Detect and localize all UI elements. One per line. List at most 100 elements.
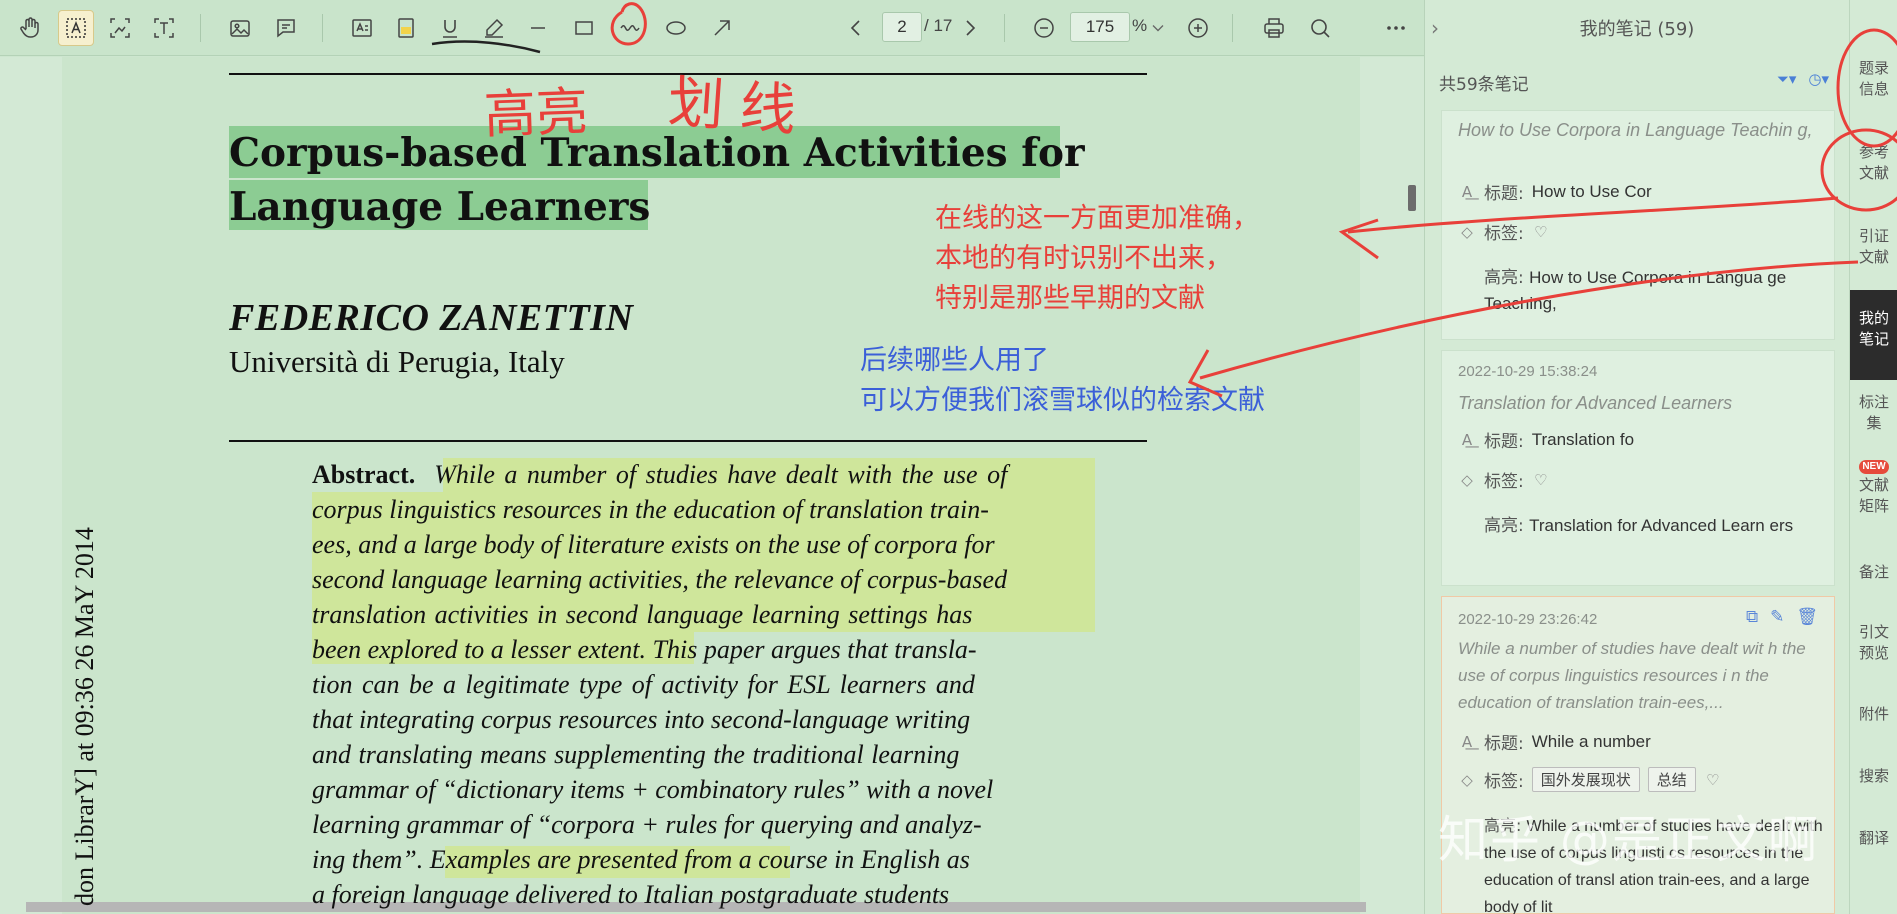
note-title[interactable]: Translation fo xyxy=(1532,430,1634,450)
note-highlight: How to Use Corpora in Langua ge Teaching… xyxy=(1484,268,1787,313)
zoom-input[interactable]: 175 xyxy=(1070,12,1130,42)
tag-chip[interactable]: 国外发展现状 xyxy=(1531,767,1640,792)
note-highlight-row: 高亮: How to Use Corpora in Langua ge Teac… xyxy=(1458,265,1828,317)
underline-tool-icon[interactable] xyxy=(432,10,468,46)
abstract-line[interactable]: that integrating corpus resources into s… xyxy=(312,703,1064,737)
tag-icon: ◇ xyxy=(1461,222,1473,241)
paper-author[interactable]: FEDERICO ZANETTIN xyxy=(229,296,633,340)
image-tool-icon[interactable] xyxy=(222,10,258,46)
title-icon: A͟ xyxy=(1461,430,1473,449)
add-tag-icon[interactable]: ♡ xyxy=(1532,471,1550,489)
text-select-tool-icon[interactable] xyxy=(58,10,94,46)
search-icon[interactable] xyxy=(1302,10,1338,46)
ellipse-tool-icon[interactable] xyxy=(658,10,694,46)
paper-affiliation[interactable]: Università di Perugia, Italy xyxy=(229,344,565,380)
notes-panel: › 我的笔记 (59) 共59条笔记 ⏷▾ ◷▾ How to Use Corp… xyxy=(1424,0,1849,914)
highlight-label: 高亮: xyxy=(1484,516,1524,536)
print-icon[interactable] xyxy=(1256,10,1292,46)
arrow-tool-icon[interactable] xyxy=(704,10,740,46)
title-label: 标题: xyxy=(1484,184,1524,204)
next-page-icon[interactable] xyxy=(952,10,988,46)
abstract-line[interactable]: been explored to a lesser extent. This p… xyxy=(312,633,1064,667)
abstract-line[interactable]: grammar of “dictionary items + combinato… xyxy=(312,773,1064,807)
abstract-line[interactable]: ees, and a large body of literature exis… xyxy=(312,528,1064,562)
area-select-tool-icon[interactable] xyxy=(102,10,138,46)
copy-icon[interactable]: ⧉ xyxy=(1746,607,1758,627)
note-date: 2022-10-29 23:26:42 xyxy=(1458,611,1598,628)
abstract-label: Abstract. xyxy=(312,460,416,489)
hand-tool-icon[interactable] xyxy=(12,10,48,46)
note-source: While a number of studies have dealt wit… xyxy=(1458,639,1806,712)
new-badge: NEW xyxy=(1859,460,1889,474)
tab-attachments[interactable]: 附件 xyxy=(1850,704,1897,725)
note-title[interactable]: How to Use Cor xyxy=(1532,182,1652,202)
tab-literature-matrix[interactable]: NEW 文献 矩阵 xyxy=(1850,460,1897,517)
note-highlight-row: 高亮: Translation for Advanced Learn ers xyxy=(1458,513,1828,539)
note-title-row: A͟ 标题: How to Use Cor xyxy=(1458,179,1652,205)
tab-my-notes[interactable]: 我的 笔记 xyxy=(1850,290,1897,380)
blue-note-line-2: 可以方便我们滚雪球似的检索文献 xyxy=(860,385,1265,416)
comment-tool-icon[interactable] xyxy=(268,10,304,46)
abstract-line[interactable]: learning grammar of “corpora + rules for… xyxy=(312,808,1064,842)
abstract-rule xyxy=(229,440,1147,442)
tag-chip[interactable]: 总结 xyxy=(1647,767,1696,792)
paper-title-line-2[interactable]: Language Learners xyxy=(229,184,650,230)
note-tags-row: ◇ 标签: ♡ xyxy=(1458,219,1550,245)
abstract-line[interactable]: a foreign language delivered to Italian … xyxy=(312,878,1064,912)
tag-icon: ◇ xyxy=(1461,470,1473,489)
download-watermark-text: don LibrarY] at 09:36 26 MaY 2014 xyxy=(70,527,99,906)
note-highlight: Translation for Advanced Learn ers xyxy=(1529,516,1794,535)
add-tag-icon[interactable]: ♡ xyxy=(1532,223,1550,241)
prev-page-icon[interactable] xyxy=(838,10,874,46)
collapse-panel-chevron-icon[interactable]: › xyxy=(1431,16,1439,40)
abstract-line[interactable]: translation activities in second languag… xyxy=(312,598,1064,632)
tab-annotation-set[interactable]: 标注 集 xyxy=(1850,392,1897,434)
tab-search[interactable]: 搜索 xyxy=(1850,766,1897,787)
tab-bibliographic-info[interactable]: 题录 信息 xyxy=(1850,58,1897,100)
tab-translate[interactable]: 翻译 xyxy=(1850,828,1897,849)
note-title[interactable]: While a number xyxy=(1532,732,1651,752)
site-watermark: 知乎 @是正文啊 xyxy=(1438,811,1820,869)
abstract-line[interactable]: and translating means supplementing the … xyxy=(312,738,1064,772)
vertical-scrollbar-thumb[interactable] xyxy=(1408,185,1416,211)
abstract-line[interactable]: Abstract. While a number of studies have… xyxy=(312,458,1064,492)
edit-icon[interactable]: ✎ xyxy=(1770,607,1784,627)
more-options-icon[interactable] xyxy=(1378,10,1414,46)
abstract-line[interactable]: second language learning activities, the… xyxy=(312,563,1064,597)
sort-time-icon[interactable]: ◷▾ xyxy=(1808,70,1829,88)
note-date: 2022-10-29 15:38:24 xyxy=(1458,363,1598,380)
filter-icon[interactable]: ⏷▾ xyxy=(1777,70,1797,88)
zoom-in-icon[interactable] xyxy=(1180,10,1216,46)
zoom-unit: % xyxy=(1132,16,1148,35)
pen-tool-icon[interactable] xyxy=(476,10,512,46)
abstract-line[interactable]: corpus linguistics resources in the educ… xyxy=(312,493,1064,527)
tags-label: 标签: xyxy=(1484,472,1524,492)
title-label: 标题: xyxy=(1484,734,1524,754)
abstract-line[interactable]: ing them”. Examples are presented from a… xyxy=(312,843,1064,877)
tab-remarks[interactable]: 备注 xyxy=(1850,562,1897,583)
rectangle-tool-icon[interactable] xyxy=(566,10,602,46)
tab-citations[interactable]: 引证 文献 xyxy=(1850,226,1897,268)
delete-icon[interactable]: 🗑 xyxy=(1796,607,1818,627)
tab-citation-preview[interactable]: 引文 预览 xyxy=(1850,622,1897,664)
highlight-label: 高亮: xyxy=(1484,268,1524,288)
zoom-out-icon[interactable] xyxy=(1026,10,1062,46)
text-box-tool-icon[interactable] xyxy=(146,10,182,46)
highlight-tool-icon[interactable] xyxy=(388,10,424,46)
notes-count: 共59条笔记 xyxy=(1439,75,1529,95)
title-icon: A͟ xyxy=(1461,182,1473,201)
note-source: Translation for Advanced Learners xyxy=(1458,393,1733,413)
tags-label: 标签: xyxy=(1484,224,1524,244)
zoom-dropdown-chevron-icon[interactable] xyxy=(1148,10,1168,46)
abstract-line[interactable]: tion can be a legitimate type of activit… xyxy=(312,668,1064,702)
text-annotation-icon[interactable] xyxy=(344,10,380,46)
note-card[interactable]: 2022-10-29 15:38:24 Translation for Adva… xyxy=(1441,350,1835,586)
tab-references[interactable]: 参考 文献 xyxy=(1850,142,1897,184)
add-tag-icon[interactable]: ♡ xyxy=(1704,771,1722,789)
wavy-line-tool-icon[interactable] xyxy=(612,10,648,46)
line-tool-icon[interactable] xyxy=(520,10,556,46)
note-card[interactable]: How to Use Corpora in Language Teachin g… xyxy=(1441,110,1835,340)
page-number-input[interactable]: 2 xyxy=(882,12,922,42)
handwritten-highlight-note: 高亮 xyxy=(482,82,590,146)
paper-title-line-1[interactable]: Corpus-based Translation Activities for xyxy=(229,130,1085,176)
